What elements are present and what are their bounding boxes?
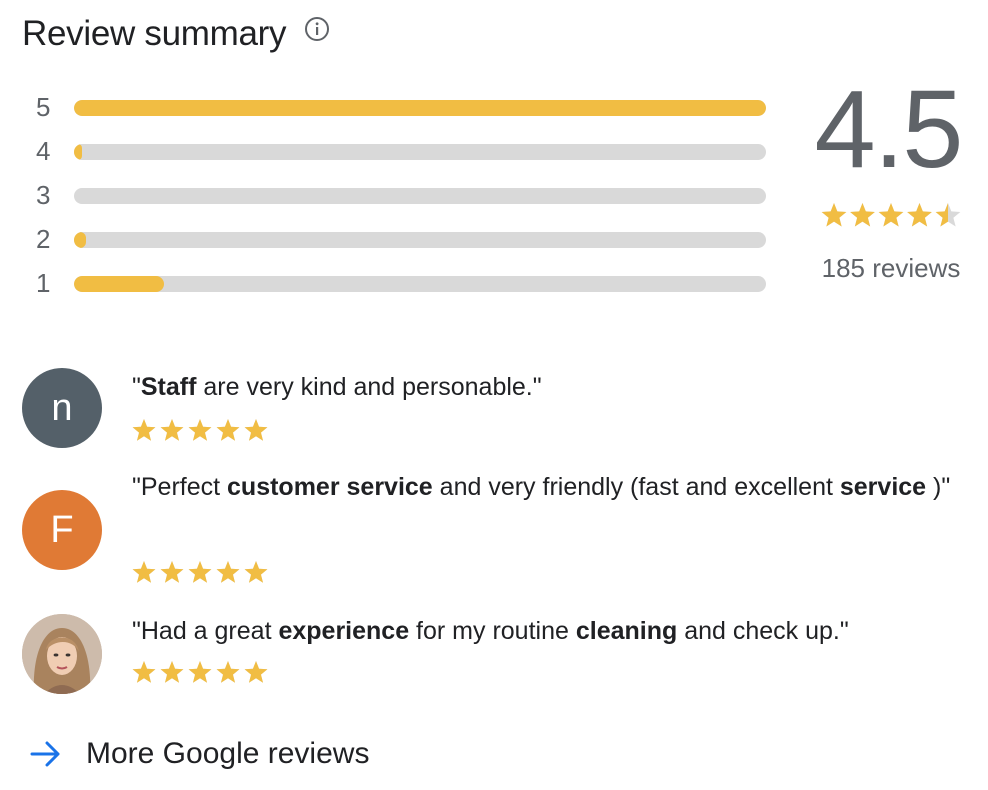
avatar-letter: F — [50, 508, 74, 551]
average-star-fill-1 — [821, 203, 847, 227]
quote-text: "Perfect — [132, 473, 228, 501]
quote-text: are very kind and personable." — [196, 373, 542, 401]
review-rating-stars — [132, 561, 268, 583]
highlighted-term: experience — [278, 617, 410, 645]
more-reviews-link[interactable]: More Google reviews — [28, 734, 369, 774]
quote-text: " — [132, 373, 141, 401]
rating-bar-track — [74, 188, 766, 204]
rating-bar-fill — [74, 100, 766, 116]
review1-star-fill-2 — [160, 561, 184, 583]
page-title: Review summary — [22, 14, 287, 53]
review0-star-fill-3 — [188, 419, 212, 441]
highlighted-term: customer service — [227, 473, 433, 501]
avatar[interactable] — [22, 614, 102, 694]
review2-star-fill-5 — [244, 661, 268, 683]
more-reviews-label: More Google reviews — [86, 737, 370, 770]
rating-bar-fill — [74, 276, 164, 292]
reviewer-photo-icon — [22, 614, 102, 694]
quote-text: and check up." — [677, 617, 849, 645]
rating-bar-label: 5 — [36, 92, 51, 122]
rating-bar-label: 1 — [36, 268, 51, 298]
review1-star-fill-3 — [188, 561, 212, 583]
quote-text: "Had a great — [132, 617, 279, 645]
review-quote: "Staff are very kind and personable." — [132, 366, 952, 409]
rating-bar-row-5[interactable]: 5 — [36, 86, 768, 130]
quote-text: for my routine — [409, 617, 576, 645]
rating-bar-track — [74, 276, 766, 292]
rating-summary: 4.5 185 reviews — [806, 70, 976, 284]
rating-bar-track — [74, 144, 766, 160]
review0-star-fill-5 — [244, 419, 268, 441]
rating-bar-track — [74, 100, 766, 116]
average-rating-stars — [821, 203, 961, 227]
review1-star-fill-1 — [132, 561, 156, 583]
review2-star-fill-1 — [132, 661, 156, 683]
avatar-letter: n — [51, 386, 73, 429]
review1-star-fill-4 — [216, 561, 240, 583]
rating-bar-row-3[interactable]: 3 — [36, 174, 768, 218]
review-count[interactable]: 185 reviews — [806, 253, 976, 283]
quote-text: )" — [926, 473, 951, 501]
review-rating-stars — [132, 661, 268, 683]
review1-star-fill-5 — [244, 561, 268, 583]
highlighted-term: service — [839, 473, 927, 501]
info-circle-icon[interactable] — [304, 16, 330, 42]
quote-text: and very friendly (fast and excellent — [432, 473, 840, 501]
rating-bar-row-1[interactable]: 1 — [36, 262, 768, 306]
review0-star-fill-4 — [216, 419, 240, 441]
rating-bar-row-4[interactable]: 4 — [36, 130, 768, 174]
rating-histogram: 5 4 3 2 1 — [36, 86, 768, 306]
avatar[interactable]: n — [22, 368, 102, 448]
review0-star-fill-2 — [160, 419, 184, 441]
review-quote: "Perfect customer service and very frien… — [132, 466, 952, 509]
highlighted-term: Staff — [140, 373, 197, 401]
rating-bar-track — [74, 232, 766, 248]
rating-bar-fill — [74, 232, 87, 248]
average-star-fill-3 — [878, 203, 904, 227]
rating-bar-label: 4 — [36, 136, 51, 166]
review2-star-fill-4 — [216, 661, 240, 683]
average-star-fill-4 — [907, 203, 932, 227]
highlighted-term: cleaning — [575, 617, 678, 645]
rating-bar-label: 2 — [36, 224, 51, 254]
average-star-fill-2 — [850, 203, 875, 227]
rating-bar-label: 3 — [36, 180, 51, 210]
rating-bar-fill — [74, 144, 83, 160]
review-quote: "Had a great experience for my routine c… — [132, 610, 952, 653]
review2-star-fill-3 — [188, 661, 212, 683]
review-rating-stars — [132, 419, 268, 441]
review-summary-header: Review summary — [22, 12, 330, 56]
avatar[interactable]: F — [22, 490, 102, 570]
review2-star-fill-2 — [160, 661, 184, 683]
arrow-right-icon — [30, 741, 60, 767]
average-score: 4.5 — [814, 68, 964, 191]
review0-star-fill-1 — [132, 419, 156, 441]
rating-bar-row-2[interactable]: 2 — [36, 218, 768, 262]
